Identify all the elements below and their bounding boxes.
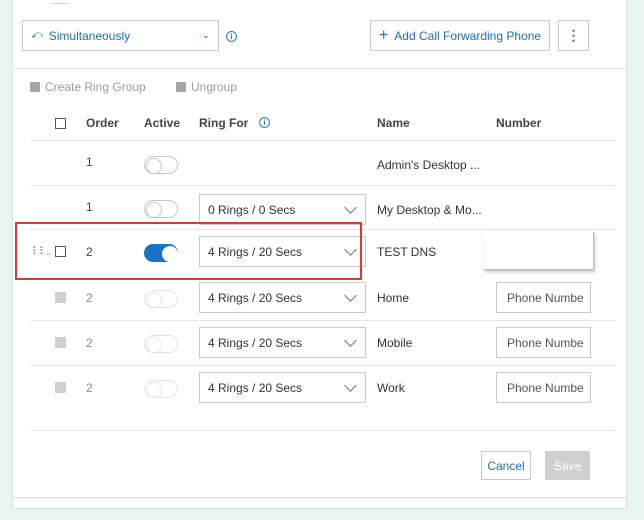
row-order: 1 [86, 155, 93, 169]
phone-number-input[interactable]: Phone Numbe [496, 282, 591, 313]
row-name: My Desktop & Mo... [377, 203, 482, 217]
active-toggle[interactable] [144, 380, 178, 398]
chevron-down-icon [344, 379, 357, 392]
ring-mode-label: Simultaneously [48, 28, 131, 43]
row-checkbox [55, 337, 66, 348]
column-header-order: Order [86, 116, 119, 130]
column-header-ring-for: Ring For [199, 116, 249, 130]
row-divider [30, 365, 615, 366]
chevron-down-icon [344, 201, 357, 214]
ring-for-select[interactable]: 4 Rings / 20 Secs [199, 372, 366, 403]
ring-for-select[interactable]: 4 Rings / 20 Secs [199, 282, 366, 313]
add-call-forwarding-button[interactable]: + Add Call Forwarding Phone [370, 20, 550, 51]
kebab-menu-icon: ⋮ [566, 27, 581, 43]
plus-icon: + [378, 26, 389, 44]
phone-number-input[interactable]: Phone Numbe [496, 327, 591, 358]
ring-for-select[interactable]: 0 Rings / 0 Secs [199, 194, 366, 225]
active-toggle[interactable] [144, 156, 178, 174]
row-name: Admin's Desktop ... [377, 158, 480, 172]
active-toggle[interactable] [144, 290, 178, 308]
row-order: 2 [86, 291, 93, 305]
info-icon[interactable]: i [226, 31, 237, 42]
row-divider [30, 185, 615, 186]
ring-for-value: 4 Rings / 20 Secs [208, 335, 303, 350]
row-name: Mobile [377, 336, 413, 350]
phone-number-input[interactable]: Phone Numbe [496, 372, 591, 403]
truncated-heading [52, 0, 68, 4]
chevron-down-icon [344, 289, 357, 302]
active-toggle[interactable] [144, 335, 178, 353]
ring-for-info-icon[interactable]: i [259, 117, 270, 128]
column-header-name: Name [377, 116, 410, 130]
selection-highlight [15, 222, 362, 280]
phone-number-placeholder: Phone Numbe [507, 290, 584, 305]
ring-for-select[interactable]: 4 Rings / 20 Secs [199, 327, 366, 358]
divider [30, 430, 615, 431]
column-header-number: Number [496, 116, 542, 130]
select-all-checkbox[interactable] [55, 118, 66, 129]
more-options-button[interactable]: ⋮ [558, 20, 589, 51]
row-order: 2 [86, 336, 93, 350]
chevron-down-icon: ⌄ [201, 30, 210, 41]
create-group-icon [30, 82, 40, 92]
ring-for-value: 4 Rings / 20 Secs [208, 290, 303, 305]
divider [12, 68, 627, 69]
create-ring-group-label: Create Ring Group [45, 80, 146, 94]
ring-mode-select[interactable]: ⤺ Simultaneously ⌄ [22, 20, 219, 51]
divider [12, 497, 627, 498]
number-cell [484, 232, 594, 270]
active-toggle[interactable] [144, 200, 178, 218]
row-name: Home [377, 291, 410, 305]
create-ring-group-button[interactable]: Create Ring Group [30, 80, 146, 94]
phone-number-placeholder: Phone Numbe [507, 335, 584, 350]
row-divider [30, 320, 615, 321]
phone-number-placeholder: Phone Numbe [507, 380, 584, 395]
save-button[interactable]: Save [545, 451, 590, 480]
cancel-button[interactable]: Cancel [481, 451, 531, 480]
ring-for-value: 4 Rings / 20 Secs [208, 380, 303, 395]
ungroup-icon [176, 82, 186, 92]
ring-simultaneous-icon: ⤺ [31, 29, 43, 41]
row-order: 2 [86, 381, 93, 395]
row-name: TEST DNS [377, 245, 437, 259]
ungroup-label: Ungroup [191, 80, 238, 94]
row-divider [30, 140, 615, 141]
ungroup-button[interactable]: Ungroup [176, 80, 237, 94]
row-order: 1 [86, 200, 93, 214]
chevron-down-icon [344, 334, 357, 347]
row-checkbox [55, 292, 66, 303]
column-header-active: Active [144, 116, 181, 130]
add-call-forwarding-label: Add Call Forwarding Phone [394, 28, 542, 43]
row-checkbox [55, 382, 66, 393]
row-name: Work [377, 381, 405, 395]
ring-for-value: 0 Rings / 0 Secs [208, 202, 296, 217]
